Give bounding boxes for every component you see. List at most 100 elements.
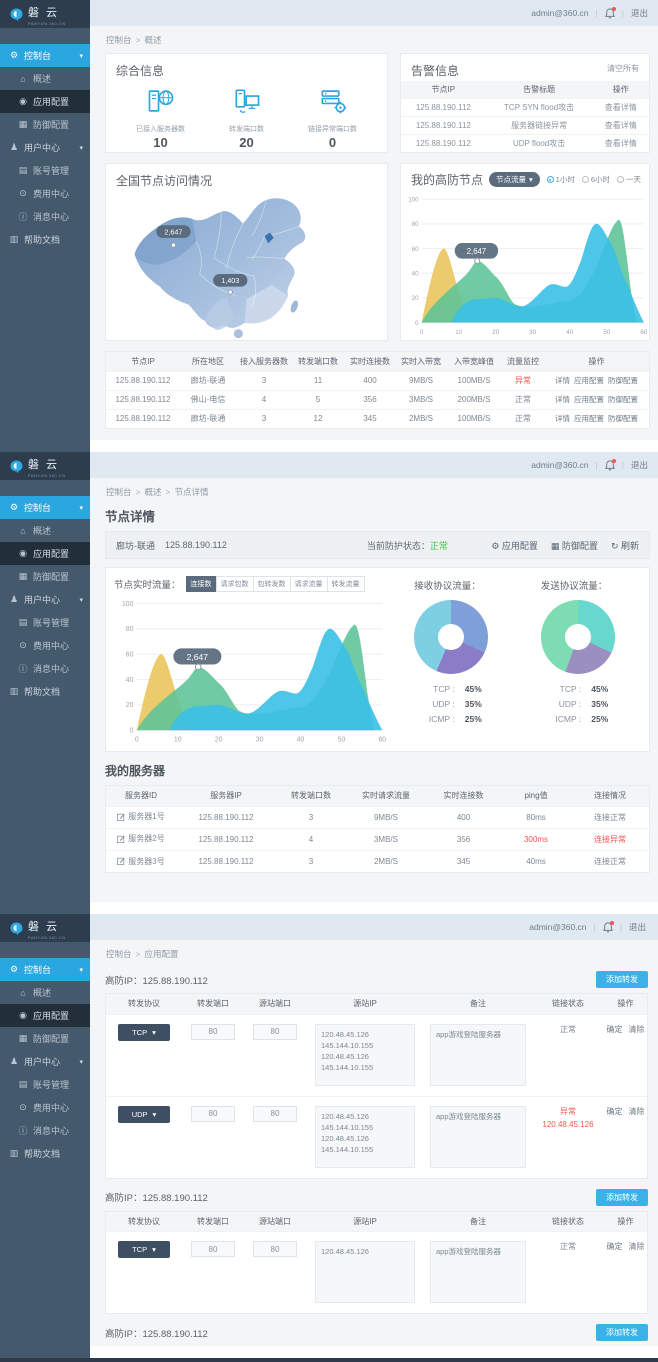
forward-port-input[interactable] — [191, 1106, 235, 1122]
tab-forward-packets[interactable]: 包转发数 — [253, 576, 291, 592]
sidebar-item-console[interactable]: ⚙控制台▾ — [0, 496, 90, 519]
edit-icon[interactable] — [117, 857, 125, 865]
note-textarea[interactable]: app游戏登陆服务器 — [430, 1106, 526, 1168]
detail-link[interactable]: 详情 — [555, 413, 570, 424]
sidebar-item-overview[interactable]: ⌂概述 — [0, 519, 90, 542]
radio-icon[interactable] — [582, 176, 589, 183]
logout-button[interactable]: 退出 — [631, 7, 648, 19]
note-textarea[interactable]: app游戏登陆服务器 — [430, 1024, 526, 1086]
forward-port-input[interactable] — [191, 1241, 235, 1257]
confirm-link[interactable]: 确定 — [607, 1024, 623, 1035]
sidebar-item-defense-config[interactable]: ▦防御配置 — [0, 565, 90, 588]
notification-dot — [612, 459, 616, 463]
defense-config-link[interactable]: 防御配置 — [608, 394, 638, 405]
range-6h[interactable]: 6小时 — [582, 174, 610, 185]
source-port-input[interactable] — [253, 1024, 297, 1040]
tab-connections[interactable]: 连接数 — [186, 576, 217, 592]
defense-config-link[interactable]: 防御配置 — [608, 413, 638, 424]
servers-table-card: 服务器ID服务器IP转发端口数实时请求流量实时连接数ping值连接情况 服务器1… — [105, 785, 650, 873]
clear-link[interactable]: 清除 — [629, 1024, 645, 1035]
source-ip-textarea[interactable]: 120.48.45.126 — [315, 1241, 415, 1303]
defense-config-action[interactable]: ▦ 防御配置 — [551, 539, 598, 552]
sidebar-item-billing[interactable]: ⊙费用中心 — [0, 634, 90, 657]
sidebar-item-app-config[interactable]: ◉应用配置 — [0, 90, 90, 113]
sidebar-item-overview[interactable]: ⌂概述 — [0, 67, 90, 90]
edit-icon[interactable] — [117, 835, 125, 843]
bell-icon[interactable] — [605, 460, 615, 471]
sidebar-item-user-center[interactable]: ♟用户中心▾ — [0, 1050, 90, 1073]
radio-icon[interactable] — [617, 176, 624, 183]
protocol-select[interactable]: UDP▾ — [118, 1106, 170, 1123]
add-forward-button[interactable]: 添加转发 — [596, 1189, 648, 1206]
sidebar-item-app-config[interactable]: ◉应用配置 — [0, 542, 90, 565]
bell-icon[interactable] — [603, 922, 613, 933]
sidebar-item-account[interactable]: ▤账号管理 — [0, 611, 90, 634]
sidebar-item-account[interactable]: ▤账号管理 — [0, 159, 90, 182]
clear-link[interactable]: 清除 — [629, 1106, 645, 1117]
sidebar-item-app-config[interactable]: ◉应用配置 — [0, 1004, 90, 1027]
sidebar-item-message[interactable]: ⓘ消息中心 — [0, 205, 90, 228]
app-config-link[interactable]: 应用配置 — [574, 394, 604, 405]
sidebar-item-account[interactable]: ▤账号管理 — [0, 1073, 90, 1096]
view-detail-link[interactable]: 查看详情 — [593, 134, 649, 152]
forward-port-input[interactable] — [191, 1024, 235, 1040]
app-config-action[interactable]: ⚙ 应用配置 — [491, 539, 538, 552]
tab-request-traffic[interactable]: 请求流量 — [290, 576, 328, 592]
sidebar-item-help-doc[interactable]: ▥帮助文档 — [0, 1142, 90, 1165]
tab-forward-traffic[interactable]: 转发流量 — [327, 576, 365, 592]
app-config-link[interactable]: 应用配置 — [574, 375, 604, 386]
link-status: 连接正常 — [571, 806, 649, 828]
sidebar-item-overview[interactable]: ⌂概述 — [0, 981, 90, 1004]
app-config-link[interactable]: 应用配置 — [574, 413, 604, 424]
china-map: 2,647 1,403 — [106, 191, 369, 339]
sidebar-item-billing[interactable]: ⊙费用中心 — [0, 182, 90, 205]
svg-text:50: 50 — [603, 329, 610, 336]
sidebar-item-user-center[interactable]: ♟用户中心▾ — [0, 136, 90, 159]
view-detail-link[interactable]: 查看详情 — [593, 98, 649, 116]
refresh-action[interactable]: ↻ 刷新 — [611, 539, 639, 552]
svg-text:40: 40 — [412, 270, 419, 277]
add-forward-button[interactable]: 添加转发 — [596, 1324, 648, 1341]
logout-button[interactable]: 退出 — [631, 459, 648, 471]
view-detail-link[interactable]: 查看详情 — [593, 116, 649, 134]
traffic-type-dropdown[interactable]: 节点流量▾ — [489, 172, 540, 187]
bell-icon[interactable] — [605, 8, 615, 19]
radio-icon[interactable] — [547, 176, 554, 183]
detail-link[interactable]: 详情 — [555, 394, 570, 405]
confirm-link[interactable]: 确定 — [607, 1241, 623, 1252]
forward-row: UDP▾ 120.48.45.126 145.144.10.155 120.48… — [106, 1096, 647, 1178]
source-port-input[interactable] — [253, 1241, 297, 1257]
range-1d[interactable]: 一天 — [617, 174, 641, 185]
source-ip-textarea[interactable]: 120.48.45.126 145.144.10.155 120.48.45.1… — [315, 1106, 415, 1168]
source-ip-textarea[interactable]: 120.48.45.126 145.144.10.155 120.48.45.1… — [315, 1024, 415, 1086]
clear-link[interactable]: 清除 — [629, 1241, 645, 1252]
svg-text:80: 80 — [126, 626, 134, 633]
sidebar-item-console[interactable]: ⚙控制台▾ — [0, 44, 90, 67]
sidebar-item-message[interactable]: ⓘ消息中心 — [0, 1119, 90, 1142]
clear-all-button[interactable]: 清空所有 — [607, 63, 639, 74]
sidebar-item-defense-config[interactable]: ▦防御配置 — [0, 113, 90, 136]
sidebar-item-help-doc[interactable]: ▥帮助文档 — [0, 680, 90, 703]
gear-icon: ⚙ — [9, 964, 19, 975]
range-1h[interactable]: 1小时 — [547, 174, 575, 185]
note-textarea[interactable]: app游戏登陆服务器 — [430, 1241, 526, 1303]
sidebar-item-user-center[interactable]: ♟用户中心▾ — [0, 588, 90, 611]
source-port-input[interactable] — [253, 1106, 297, 1122]
svg-text:0: 0 — [135, 737, 139, 744]
protocol-select[interactable]: TCP▾ — [118, 1241, 170, 1258]
sidebar-item-billing[interactable]: ⊙费用中心 — [0, 1096, 90, 1119]
protect-status-label: 当前防护状态： — [367, 541, 430, 551]
sidebar-item-console[interactable]: ⚙控制台▾ — [0, 958, 90, 981]
detail-link[interactable]: 详情 — [555, 375, 570, 386]
sidebar-item-message[interactable]: ⓘ消息中心 — [0, 657, 90, 680]
svg-text:10: 10 — [455, 329, 462, 336]
tab-request-packets[interactable]: 请求包数 — [216, 576, 254, 592]
add-forward-button[interactable]: 添加转发 — [596, 971, 648, 988]
logout-button[interactable]: 退出 — [629, 921, 646, 933]
protocol-select[interactable]: TCP▾ — [118, 1024, 170, 1041]
sidebar-item-defense-config[interactable]: ▦防御配置 — [0, 1027, 90, 1050]
defense-config-link[interactable]: 防御配置 — [608, 375, 638, 386]
sidebar-item-help-doc[interactable]: ▥帮助文档 — [0, 228, 90, 251]
edit-icon[interactable] — [117, 813, 125, 821]
confirm-link[interactable]: 确定 — [607, 1106, 623, 1117]
